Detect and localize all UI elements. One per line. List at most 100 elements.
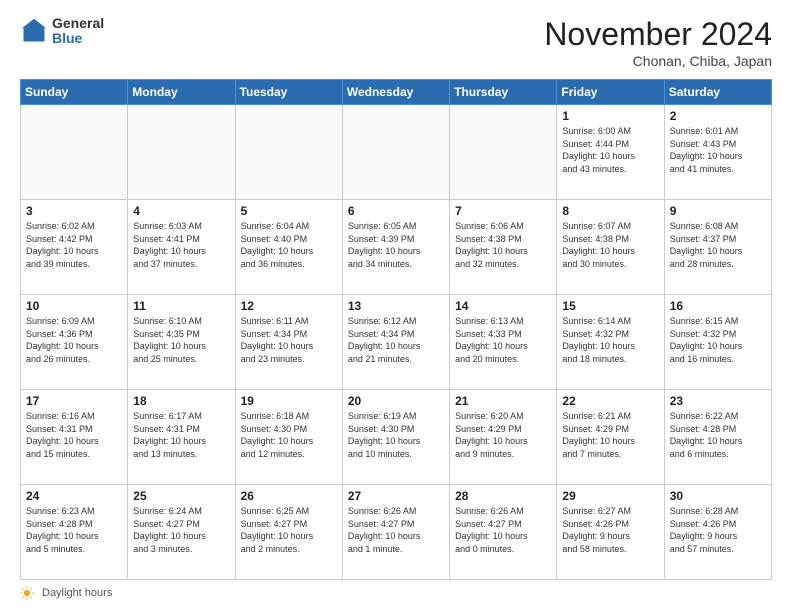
day-number: 28 [455,489,551,503]
day-info: Sunrise: 6:09 AMSunset: 4:36 PMDaylight:… [26,315,122,365]
col-saturday: Saturday [664,80,771,105]
calendar-week-row: 1 Sunrise: 6:00 AMSunset: 4:44 PMDaylight… [21,105,772,200]
table-row: 15 Sunrise: 6:14 AMSunset: 4:32 PMDayligh… [557,295,664,390]
day-info: Sunrise: 6:26 AMSunset: 4:27 PMDaylight:… [348,505,444,555]
title-block: November 2024 Chonan, Chiba, Japan [544,16,772,69]
month-title: November 2024 [544,16,772,53]
day-number: 12 [241,299,337,313]
table-row: 25Sunrise: 6:24 AMSunset: 4:27 PMDayligh… [128,485,235,580]
table-row: 3 Sunrise: 6:02 AMSunset: 4:42 PMDaylight… [21,200,128,295]
day-number: 22 [562,394,658,408]
day-info: Sunrise: 6:28 AMSunset: 4:26 PMDaylight:… [670,505,766,555]
table-row: 7 Sunrise: 6:06 AMSunset: 4:38 PMDaylight… [450,200,557,295]
day-number: 7 [455,204,551,218]
day-number: 6 [348,204,444,218]
day-info: Sunrise: 6:08 AMSunset: 4:37 PMDaylight:… [670,220,766,270]
day-number: 19 [241,394,337,408]
day-info: Sunrise: 6:12 AMSunset: 4:34 PMDaylight:… [348,315,444,365]
table-row: 22 Sunrise: 6:21 AMSunset: 4:29 PMDayligh… [557,390,664,485]
day-info: Sunrise: 6:02 AMSunset: 4:42 PMDaylight:… [26,220,122,270]
day-number: 2 [670,109,766,123]
location: Chonan, Chiba, Japan [544,53,772,69]
day-number: 9 [670,204,766,218]
table-row [21,105,128,200]
col-tuesday: Tuesday [235,80,342,105]
day-number: 29 [562,489,658,503]
day-number: 24 [26,489,122,503]
table-row: 6 Sunrise: 6:05 AMSunset: 4:39 PMDaylight… [342,200,449,295]
day-number: 20 [348,394,444,408]
logo-icon [20,17,48,45]
day-info: Sunrise: 6:19 AMSunset: 4:30 PMDaylight:… [348,410,444,460]
day-info: Sunrise: 6:03 AMSunset: 4:41 PMDaylight:… [133,220,229,270]
day-number: 8 [562,204,658,218]
day-number: 26 [241,489,337,503]
table-row: 18 Sunrise: 6:17 AMSunset: 4:31 PMDayligh… [128,390,235,485]
logo-text: General Blue [52,16,104,47]
table-row [450,105,557,200]
table-row [128,105,235,200]
table-row: 2 Sunrise: 6:01 AMSunset: 4:43 PMDaylight… [664,105,771,200]
col-thursday: Thursday [450,80,557,105]
day-info: Sunrise: 6:04 AMSunset: 4:40 PMDaylight:… [241,220,337,270]
day-number: 30 [670,489,766,503]
page: General Blue November 2024 Chonan, Chiba… [0,0,792,612]
col-friday: Friday [557,80,664,105]
table-row: 16 Sunrise: 6:15 AMSunset: 4:32 PMDayligh… [664,295,771,390]
day-number: 23 [670,394,766,408]
day-number: 18 [133,394,229,408]
table-row: 4Sunrise: 6:03 AMSunset: 4:41 PMDaylight… [128,200,235,295]
table-row: 20 Sunrise: 6:19 AMSunset: 4:30 PMDayligh… [342,390,449,485]
table-row: 8 Sunrise: 6:07 AMSunset: 4:38 PMDaylight… [557,200,664,295]
calendar-week-row: 24Sunrise: 6:23 AMSunset: 4:28 PMDayligh… [21,485,772,580]
table-row: 23Sunrise: 6:22 AMSunset: 4:28 PMDayligh… [664,390,771,485]
day-info: Sunrise: 6:14 AMSunset: 4:32 PMDaylight:… [562,315,658,365]
day-info: Sunrise: 6:16 AMSunset: 4:31 PMDaylight:… [26,410,122,460]
day-info: Sunrise: 6:06 AMSunset: 4:38 PMDaylight:… [455,220,551,270]
table-row [235,105,342,200]
calendar-week-row: 10 Sunrise: 6:09 AMSunset: 4:36 PMDayligh… [21,295,772,390]
sun-icon [20,586,34,600]
day-number: 13 [348,299,444,313]
table-row: 30 Sunrise: 6:28 AMSunset: 4:26 PMDayligh… [664,485,771,580]
day-info: Sunrise: 6:27 AMSunset: 4:26 PMDaylight:… [562,505,658,555]
day-number: 14 [455,299,551,313]
table-row: 9 Sunrise: 6:08 AMSunset: 4:37 PMDaylight… [664,200,771,295]
col-monday: Monday [128,80,235,105]
table-row: 17 Sunrise: 6:16 AMSunset: 4:31 PMDayligh… [21,390,128,485]
table-row: 12 Sunrise: 6:11 AMSunset: 4:34 PMDayligh… [235,295,342,390]
day-info: Sunrise: 6:05 AMSunset: 4:39 PMDaylight:… [348,220,444,270]
table-row: 13 Sunrise: 6:12 AMSunset: 4:34 PMDayligh… [342,295,449,390]
col-sunday: Sunday [21,80,128,105]
day-info: Sunrise: 6:24 AMSunset: 4:27 PMDaylight:… [133,505,229,555]
day-number: 16 [670,299,766,313]
table-row: 11Sunrise: 6:10 AMSunset: 4:35 PMDayligh… [128,295,235,390]
day-number: 1 [562,109,658,123]
day-info: Sunrise: 6:00 AMSunset: 4:44 PMDaylight:… [562,125,658,175]
day-info: Sunrise: 6:11 AMSunset: 4:34 PMDaylight:… [241,315,337,365]
day-number: 17 [26,394,122,408]
footer: Daylight hours [20,586,772,600]
calendar-table: Sunday Monday Tuesday Wednesday Thursday… [20,79,772,580]
day-info: Sunrise: 6:21 AMSunset: 4:29 PMDaylight:… [562,410,658,460]
logo-general-text: General [52,16,104,31]
day-number: 15 [562,299,658,313]
table-row: 1 Sunrise: 6:00 AMSunset: 4:44 PMDaylight… [557,105,664,200]
day-number: 3 [26,204,122,218]
table-row: 26Sunrise: 6:25 AMSunset: 4:27 PMDayligh… [235,485,342,580]
day-info: Sunrise: 6:18 AMSunset: 4:30 PMDaylight:… [241,410,337,460]
table-row: 27Sunrise: 6:26 AMSunset: 4:27 PMDayligh… [342,485,449,580]
day-info: Sunrise: 6:07 AMSunset: 4:38 PMDaylight:… [562,220,658,270]
day-number: 21 [455,394,551,408]
table-row: 29 Sunrise: 6:27 AMSunset: 4:26 PMDayligh… [557,485,664,580]
day-info: Sunrise: 6:15 AMSunset: 4:32 PMDaylight:… [670,315,766,365]
table-row: 28 Sunrise: 6:26 AMSunset: 4:27 PMDayligh… [450,485,557,580]
day-number: 10 [26,299,122,313]
day-number: 11 [133,299,229,313]
daylight-label: Daylight hours [42,587,112,599]
day-info: Sunrise: 6:17 AMSunset: 4:31 PMDaylight:… [133,410,229,460]
calendar-week-row: 3 Sunrise: 6:02 AMSunset: 4:42 PMDaylight… [21,200,772,295]
table-row [342,105,449,200]
day-info: Sunrise: 6:26 AMSunset: 4:27 PMDaylight:… [455,505,551,555]
day-info: Sunrise: 6:01 AMSunset: 4:43 PMDaylight:… [670,125,766,175]
